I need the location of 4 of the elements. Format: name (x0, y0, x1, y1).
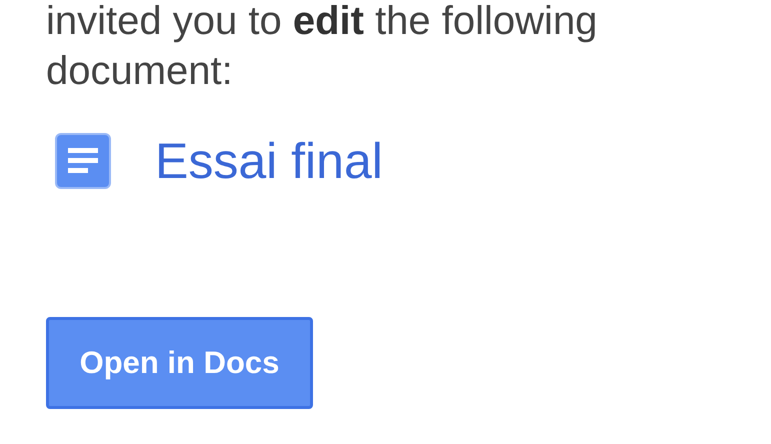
document-icon (55, 133, 111, 189)
open-button[interactable]: Open in Docs (46, 317, 313, 409)
document-link[interactable]: Essai final (155, 131, 383, 191)
invitation-text: invited you to edit the following document: (46, 0, 598, 95)
